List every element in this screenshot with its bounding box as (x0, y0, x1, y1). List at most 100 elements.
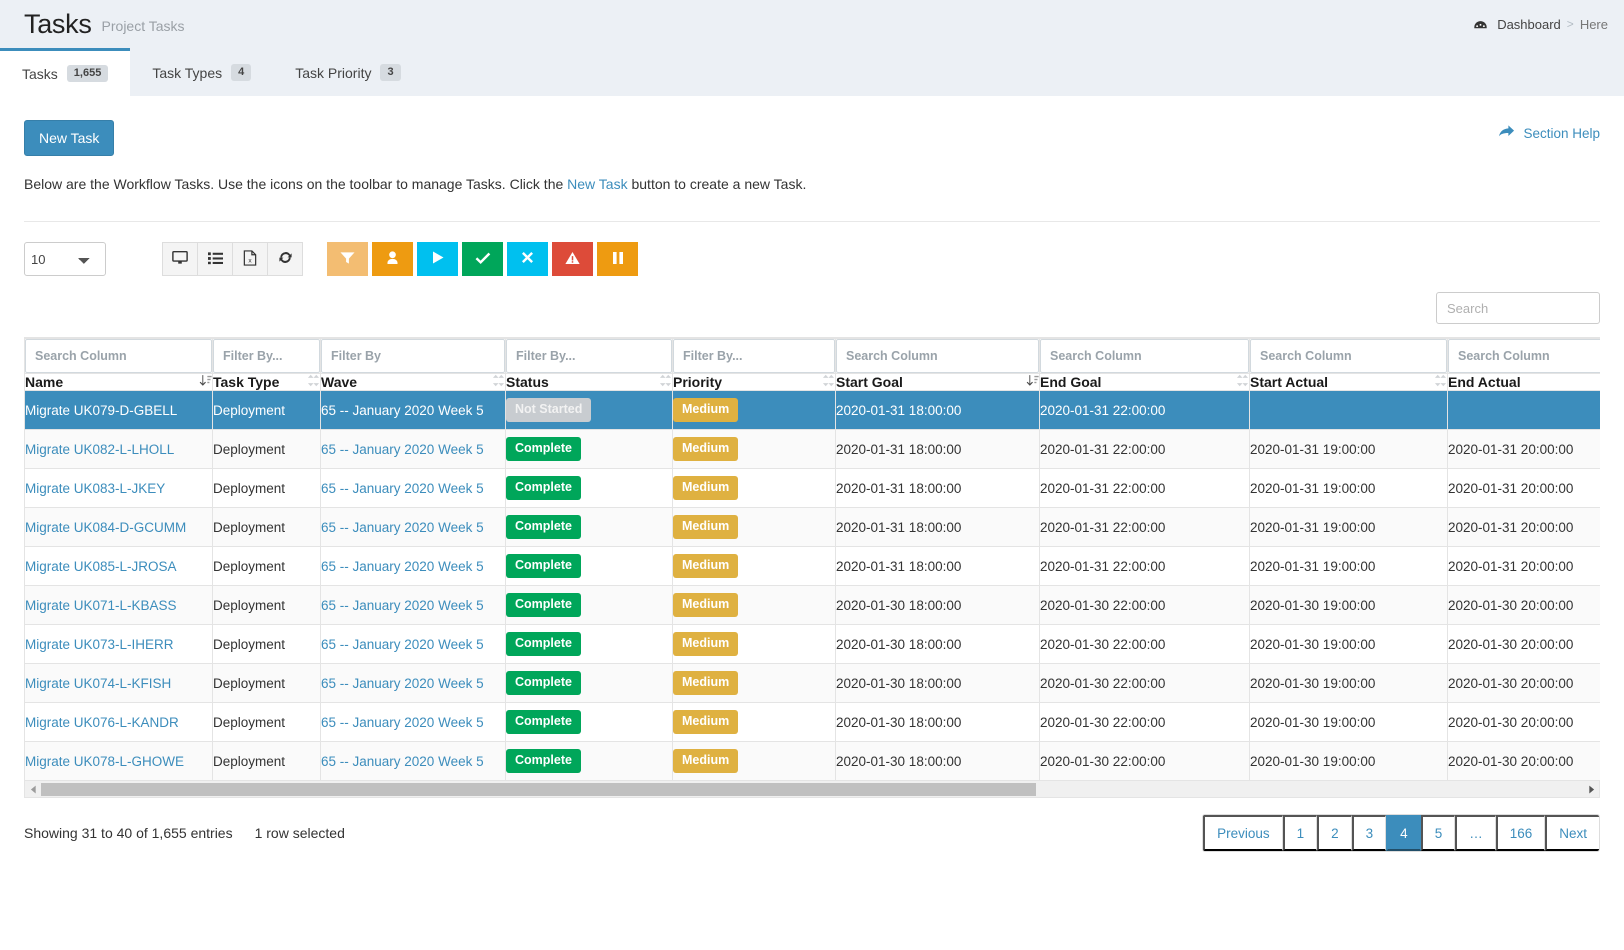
table-row[interactable]: Migrate UK073-L-IHERRDeployment65 -- Jan… (25, 625, 1601, 664)
play-icon-button[interactable] (417, 242, 458, 276)
column-header-end-goal[interactable]: End Goal (1040, 374, 1250, 391)
column-header-label: Wave (321, 374, 357, 390)
scroll-left-arrow-icon[interactable] (25, 782, 41, 797)
cell-start-actual: 2020-01-30 19:00:00 (1250, 664, 1448, 703)
start-goal-value: 2020-01-30 18:00:00 (836, 715, 961, 730)
name-value[interactable]: Migrate UK078-L-GHOWE (25, 754, 184, 769)
global-search-row (24, 276, 1600, 324)
column-filter-input-name[interactable] (25, 339, 212, 373)
column-filter-input-wave[interactable] (321, 339, 505, 373)
warning-icon-button[interactable] (552, 242, 593, 276)
horizontal-scrollbar[interactable] (24, 781, 1600, 798)
sort-icon[interactable] (659, 374, 672, 390)
table-row[interactable]: Migrate UK078-L-GHOWE Deployment 65 -- Jan… (25, 742, 1601, 781)
column-header-status[interactable]: Status (506, 374, 673, 391)
pagination-next[interactable]: Next (1545, 815, 1599, 851)
tab-task-types[interactable]: Task Types4 (130, 49, 273, 96)
column-filter-input-task-type[interactable] (213, 339, 320, 373)
table-row[interactable]: Migrate UK082-L-LHOLLDeployment65 -- Jan… (25, 430, 1601, 469)
sort-icon[interactable] (1236, 374, 1249, 390)
column-filter-input-priority[interactable] (673, 339, 835, 373)
list-icon-button[interactable] (197, 242, 233, 276)
table-row[interactable]: Migrate UK084-D-GCUMMDeployment65 -- Jan… (25, 508, 1601, 547)
cell-end-goal: 2020-01-31 22:00:00 (1040, 469, 1250, 508)
pagination-previous[interactable]: Previous (1203, 815, 1283, 851)
filter-icon-button[interactable] (327, 242, 368, 276)
column-header-end-actual[interactable]: End Actual (1448, 374, 1601, 391)
column-filter-input-status[interactable] (506, 339, 672, 373)
table-row[interactable]: Migrate UK083-L-JKEYDeployment65 -- Janu… (25, 469, 1601, 508)
pagination-4[interactable]: 4 (1386, 815, 1421, 851)
wave-value[interactable]: 65 -- January 2020 Week 5 (321, 754, 484, 769)
name-value[interactable]: Migrate UK084-D-GCUMM (25, 520, 186, 535)
name-value[interactable]: Migrate UK073-L-IHERR (25, 637, 174, 652)
task-type-value: Deployment (213, 754, 285, 769)
tab-task-priority[interactable]: Task Priority3 (273, 49, 422, 96)
sort-descending-icon[interactable] (1026, 374, 1039, 390)
scrollbar-thumb[interactable] (41, 783, 1036, 796)
sort-icon[interactable] (1434, 374, 1447, 390)
table-row[interactable]: Migrate UK085-L-JROSADeployment65 -- Jan… (25, 547, 1601, 586)
wave-value[interactable]: 65 -- January 2020 Week 5 (321, 442, 484, 457)
table-row[interactable]: Migrate UK074-L-KFISHDeployment65 -- Jan… (25, 664, 1601, 703)
sort-icon[interactable] (822, 374, 835, 390)
wave-value[interactable]: 65 -- January 2020 Week 5 (321, 559, 484, 574)
table-row[interactable]: Migrate UK079-D-GBELLDeployment65 -- Jan… (25, 391, 1601, 430)
sort-icon[interactable] (492, 374, 505, 390)
wave-value[interactable]: 65 -- January 2020 Week 5 (321, 715, 484, 730)
wave-value[interactable]: 65 -- January 2020 Week 5 (321, 637, 484, 652)
page-length-select[interactable]: 102550100 (24, 242, 106, 276)
refresh-icon-button[interactable] (267, 242, 303, 276)
table-row[interactable]: Migrate UK071-L-KBASSDeployment65 -- Jan… (25, 586, 1601, 625)
name-value[interactable]: Migrate UK085-L-JROSA (25, 559, 177, 574)
column-header-task-type[interactable]: Task Type (213, 374, 321, 391)
column-header-start-actual[interactable]: Start Actual (1250, 374, 1448, 391)
cell-name: Migrate UK082-L-LHOLL (25, 430, 213, 469)
sort-descending-icon[interactable] (199, 374, 212, 390)
name-value[interactable]: Migrate UK074-L-KFISH (25, 676, 171, 691)
section-help-link[interactable]: Section Help (1498, 120, 1600, 142)
search-input[interactable] (1436, 292, 1600, 324)
pagination-2[interactable]: 2 (1317, 815, 1352, 851)
wave-value[interactable]: 65 -- January 2020 Week 5 (321, 598, 484, 613)
pagination-3[interactable]: 3 (1352, 815, 1387, 851)
column-filter-input-start-actual[interactable] (1250, 339, 1447, 373)
end-goal-value: 2020-01-31 22:00:00 (1040, 481, 1165, 496)
scroll-right-arrow-icon[interactable] (1583, 782, 1599, 797)
pause-icon-button[interactable] (597, 242, 638, 276)
close-x-icon-button[interactable] (507, 242, 548, 276)
name-value[interactable]: Migrate UK079-D-GBELL (25, 403, 177, 418)
pagination-166[interactable]: 166 (1496, 815, 1546, 851)
cell-priority: Medium (673, 586, 836, 625)
table-row[interactable]: Migrate UK076-L-KANDRDeployment65 -- Jan… (25, 703, 1601, 742)
monitor-icon-button[interactable] (162, 242, 198, 276)
column-filter-input-end-goal[interactable] (1040, 339, 1249, 373)
wave-value[interactable]: 65 -- January 2020 Week 5 (321, 481, 484, 496)
wave-value[interactable]: 65 -- January 2020 Week 5 (321, 676, 484, 691)
name-value[interactable]: Migrate UK076-L-KANDR (25, 715, 179, 730)
wave-value[interactable]: 65 -- January 2020 Week 5 (321, 520, 484, 535)
check-icon-button[interactable] (462, 242, 503, 276)
cell-priority: Medium (673, 742, 836, 781)
sort-icon[interactable] (307, 374, 320, 390)
column-filter-input-start-goal[interactable] (836, 339, 1039, 373)
column-header-priority[interactable]: Priority (673, 374, 836, 391)
new-task-button[interactable]: New Task (24, 120, 114, 156)
column-header-start-goal[interactable]: Start Goal (836, 374, 1040, 391)
column-filter-input-end-actual[interactable] (1448, 339, 1600, 373)
user-icon-button[interactable] (372, 242, 413, 276)
pagination-ellipsis[interactable]: … (1455, 815, 1496, 851)
pagination-5[interactable]: 5 (1421, 815, 1456, 851)
wave-value[interactable]: 65 -- January 2020 Week 5 (321, 403, 484, 418)
column-header-wave[interactable]: Wave (321, 374, 506, 391)
breadcrumb-dashboard-link[interactable]: Dashboard (1497, 17, 1561, 32)
pagination-1[interactable]: 1 (1283, 815, 1318, 851)
column-header-name[interactable]: Name (25, 374, 213, 391)
tab-tasks[interactable]: Tasks1,655 (0, 48, 130, 96)
description-new-task-link[interactable]: New Task (567, 176, 627, 192)
excel-file-icon-button[interactable]: x (232, 242, 268, 276)
scrollbar-track[interactable] (41, 782, 1583, 797)
name-value[interactable]: Migrate UK071-L-KBASS (25, 598, 177, 613)
name-value[interactable]: Migrate UK083-L-JKEY (25, 481, 165, 496)
name-value[interactable]: Migrate UK082-L-LHOLL (25, 442, 174, 457)
